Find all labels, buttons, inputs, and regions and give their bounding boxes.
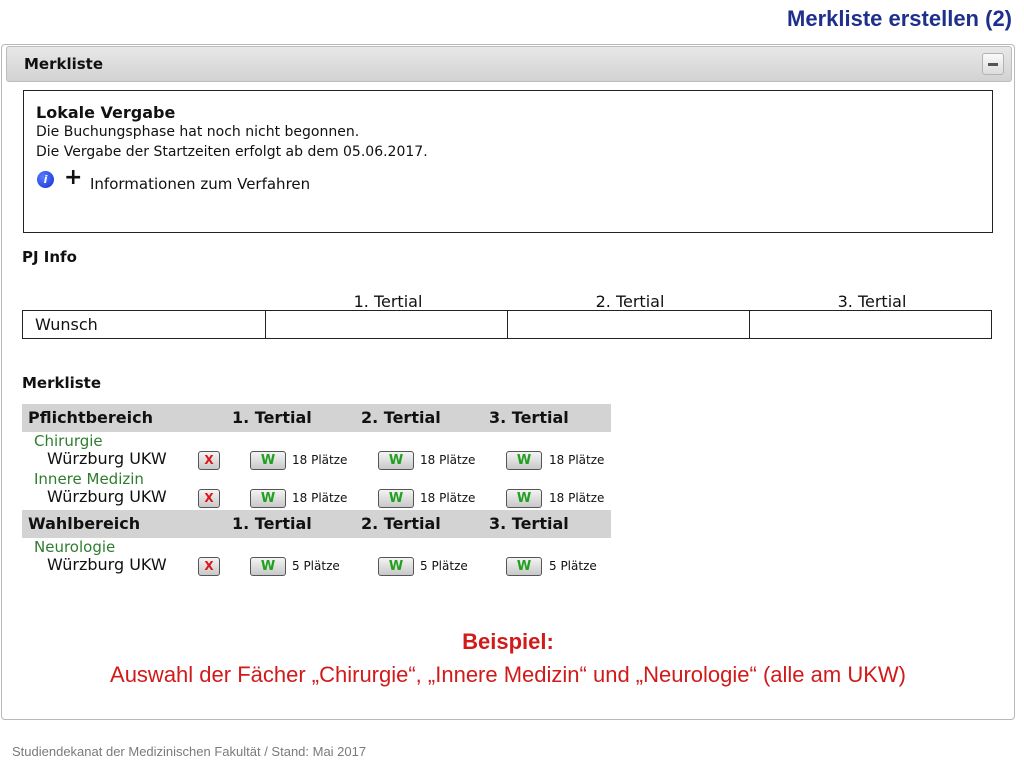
subject-innere-medizin: Innere Medizin [34, 470, 144, 488]
info-icon[interactable]: i [37, 171, 54, 188]
places-count: 18 Plätze [549, 491, 605, 505]
remove-button[interactable]: X [198, 451, 220, 470]
choose-button[interactable]: W [378, 489, 414, 508]
location: Würzburg UKW [47, 555, 167, 574]
column-head: 2. Tertial [361, 514, 441, 533]
places-count: 18 Plätze [549, 453, 605, 467]
location: Würzburg UKW [47, 449, 167, 468]
subject-chirurgie: Chirurgie [34, 432, 103, 450]
choose-button[interactable]: W [250, 489, 286, 508]
places-count: 18 Plätze [292, 453, 348, 467]
merkliste-heading: Merkliste [22, 374, 102, 392]
wunsch-label: Wunsch [22, 310, 266, 339]
table-row: Wunsch [22, 310, 992, 339]
slide-title: Merkliste erstellen (2) [787, 6, 1012, 31]
places-count: 5 Plätze [292, 559, 340, 573]
pj-column-head: 1. Tertial [353, 292, 423, 311]
location: Würzburg UKW [47, 487, 167, 506]
places-count: 18 Plätze [420, 453, 476, 467]
panel-title: Merkliste [24, 55, 104, 73]
wunsch-cell-1 [265, 310, 508, 339]
info-line-1: Die Buchungsphase hat noch nicht begonne… [36, 124, 360, 140]
choose-button[interactable]: W [506, 557, 542, 576]
pj-info-heading: PJ Info [22, 248, 77, 266]
info-heading: Lokale Vergabe [36, 103, 176, 122]
column-head: 3. Tertial [489, 514, 569, 533]
info-box: Lokale Vergabe Die Buchungsphase hat noc… [23, 90, 993, 233]
column-head: 1. Tertial [232, 408, 312, 427]
column-head: 3. Tertial [489, 408, 569, 427]
choose-button[interactable]: W [378, 451, 414, 470]
places-count: 18 Plätze [420, 491, 476, 505]
section-header-pflicht: Pflichtbereich 1. Tertial 2. Tertial 3. … [22, 404, 611, 432]
section-title: Wahlbereich [28, 514, 141, 533]
places-count: 18 Plätze [292, 491, 348, 505]
remove-button[interactable]: X [198, 557, 220, 576]
wunsch-cell-3 [749, 310, 992, 339]
choose-button[interactable]: W [250, 451, 286, 470]
info-line-2: Die Vergabe der Startzeiten erfolgt ab d… [36, 144, 428, 160]
places-count: 5 Plätze [420, 559, 468, 573]
panel-header: Merkliste [6, 46, 1012, 82]
procedure-info-link[interactable]: Informationen zum Verfahren [90, 175, 310, 193]
footer-text: Studiendekanat der Medizinischen Fakultä… [12, 744, 367, 759]
pj-column-head: 2. Tertial [595, 292, 665, 311]
section-title: Pflichtbereich [28, 408, 153, 427]
pj-info-table: Wunsch [22, 310, 992, 339]
choose-button[interactable]: W [378, 557, 414, 576]
wunsch-cell-2 [507, 310, 750, 339]
column-head: 1. Tertial [232, 514, 312, 533]
subject-neurologie: Neurologie [34, 538, 116, 556]
choose-button[interactable]: W [250, 557, 286, 576]
pj-column-head: 3. Tertial [837, 292, 907, 311]
choose-button[interactable]: W [506, 451, 542, 470]
collapse-button[interactable] [982, 53, 1004, 75]
caption-title: Beispiel: [462, 629, 554, 654]
places-count: 5 Plätze [549, 559, 597, 573]
section-header-wahl: Wahlbereich 1. Tertial 2. Tertial 3. Ter… [22, 510, 611, 538]
choose-button[interactable]: W [506, 489, 542, 508]
merkliste-panel: Merkliste Lokale Vergabe Die Buchungspha… [1, 44, 1015, 720]
caption-text: Auswahl der Fächer „Chirurgie“, „Innere … [110, 662, 906, 687]
expand-plus-icon[interactable]: + [64, 165, 82, 190]
remove-button[interactable]: X [198, 489, 220, 508]
column-head: 2. Tertial [361, 408, 441, 427]
